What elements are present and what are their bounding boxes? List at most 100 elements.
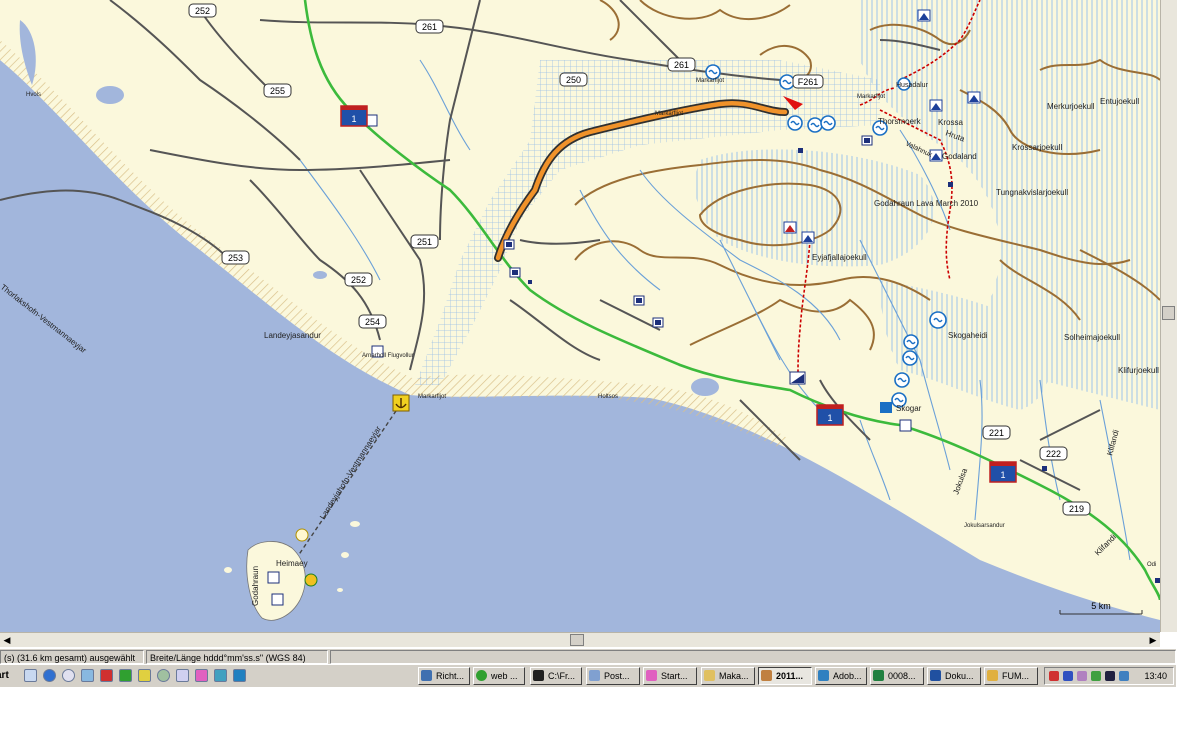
svg-text:219: 219	[1069, 504, 1084, 514]
svg-text:Arnarholl Flugvollur: Arnarholl Flugvollur	[362, 353, 414, 359]
svg-text:Godaland: Godaland	[942, 152, 977, 161]
task-button[interactable]: Adob...	[815, 667, 867, 685]
svg-text:Skogaheidi: Skogaheidi	[948, 331, 988, 340]
svg-text:250: 250	[566, 75, 581, 85]
status-position-format: Breite/Länge hddd°mm'ss.s" (WGS 84)	[146, 650, 328, 664]
svg-text:251: 251	[417, 237, 432, 247]
svg-text:Markarfljot: Markarfljot	[696, 78, 724, 84]
mail-icon[interactable]	[176, 669, 189, 682]
image-icon	[873, 670, 884, 681]
road-shield: 221	[982, 425, 1011, 440]
task-button[interactable]: 0008...	[870, 667, 924, 685]
ie-icon[interactable]	[43, 669, 56, 682]
excel-icon[interactable]	[119, 669, 132, 682]
lake	[313, 271, 327, 279]
svg-text:Husadalur: Husadalur	[896, 82, 929, 89]
svg-text:252: 252	[195, 6, 210, 16]
media-icon[interactable]	[62, 669, 75, 682]
app-icon	[646, 670, 657, 681]
svg-text:Jokulsarsandur: Jokulsarsandur	[964, 523, 1005, 529]
svg-text:Klifurjoekull: Klifurjoekull	[1118, 366, 1159, 375]
road-shield: 261	[415, 19, 444, 34]
road-shield: 251	[410, 234, 439, 249]
svg-text:Krossarjoekull: Krossarjoekull	[1012, 143, 1062, 152]
svg-text:Entujoekull: Entujoekull	[1100, 97, 1139, 106]
islet	[350, 521, 360, 527]
task-button[interactable]: Start...	[643, 667, 697, 685]
horizontal-scroll-thumb[interactable]	[570, 634, 584, 646]
map-canvas[interactable]: 252 261 255 250 261 F261 253 251 252 254…	[0, 0, 1160, 632]
road-shield: 250	[559, 72, 588, 87]
svg-text:Solheimajoekull: Solheimajoekull	[1064, 333, 1120, 342]
svg-text:Godahraun Lava March 2010: Godahraun Lava March 2010	[874, 199, 979, 208]
svg-text:Heimaey: Heimaey	[276, 559, 308, 568]
tray-icon[interactable]	[1063, 671, 1073, 681]
islet	[337, 588, 343, 592]
map-svg[interactable]: 252 261 255 250 261 F261 253 251 252 254…	[0, 0, 1160, 632]
app-icon[interactable]	[100, 669, 113, 682]
app-icon[interactable]	[195, 669, 208, 682]
svg-text:F261: F261	[798, 77, 819, 87]
svg-text:Landeyjasandur: Landeyjasandur	[264, 331, 321, 340]
road-shield: 255	[263, 83, 292, 98]
mapsource-icon	[761, 670, 772, 681]
svg-text:Tungnakvislarjoekull: Tungnakvislarjoekull	[996, 188, 1068, 197]
task-button-active[interactable]: 2011...	[758, 667, 812, 685]
svg-text:Klifandi: Klifandi	[1093, 532, 1118, 557]
task-button[interactable]: FUM...	[984, 667, 1038, 685]
start-button[interactable]: Start	[0, 667, 16, 685]
desktop-icon[interactable]	[24, 669, 37, 682]
taskbar: Start Richt... web ... C:\Fr... Post... …	[0, 664, 1176, 687]
lake	[96, 86, 124, 104]
word-icon	[930, 670, 941, 681]
vertical-scroll-thumb[interactable]	[1162, 306, 1175, 320]
clock[interactable]: 13:40	[1144, 668, 1167, 684]
tray-icon[interactable]	[1049, 671, 1059, 681]
globe-icon[interactable]	[157, 669, 170, 682]
svg-text:255: 255	[270, 86, 285, 96]
task-button[interactable]: Richt...	[418, 667, 470, 685]
sun-icon	[295, 528, 309, 542]
svg-text:1: 1	[351, 114, 356, 124]
tray-icon[interactable]	[1119, 671, 1129, 681]
task-button[interactable]: C:\Fr...	[530, 667, 582, 685]
svg-text:Jokulsa: Jokulsa	[951, 467, 969, 496]
vertical-scrollbar[interactable]	[1160, 0, 1177, 632]
svg-text:Markarfljot: Markarfljot	[418, 394, 446, 400]
adobe-icon	[818, 670, 829, 681]
highway-shield: 1	[989, 461, 1017, 483]
road-shield: 252	[188, 3, 217, 18]
scroll-left-icon[interactable]: ◀	[0, 633, 14, 647]
app-icon	[987, 670, 998, 681]
highway-shield: 1	[816, 404, 844, 426]
svg-text:1: 1	[1000, 470, 1005, 480]
road-shield: 261	[667, 57, 696, 72]
task-button[interactable]: Maka...	[701, 667, 755, 685]
svg-text:221: 221	[989, 428, 1004, 438]
web-icon	[476, 670, 487, 681]
lake	[691, 378, 719, 396]
console-icon	[533, 670, 544, 681]
folder-icon	[421, 670, 432, 681]
svg-text:Holtsos: Holtsos	[598, 394, 618, 400]
status-empty	[330, 650, 1176, 664]
task-button[interactable]: Doku...	[927, 667, 981, 685]
scroll-right-icon[interactable]: ▶	[1146, 633, 1160, 647]
app-icon[interactable]	[233, 669, 246, 682]
tray-icon[interactable]	[1105, 671, 1115, 681]
anchor-icon	[392, 394, 410, 412]
explorer-icon[interactable]	[81, 669, 94, 682]
svg-text:252: 252	[351, 275, 366, 285]
task-button[interactable]: Post...	[586, 667, 640, 685]
tray-icon[interactable]	[1077, 671, 1087, 681]
islet	[341, 552, 349, 558]
app-icon[interactable]	[214, 669, 227, 682]
app-icon[interactable]	[138, 669, 151, 682]
svg-text:Merkurjoekull: Merkurjoekull	[1047, 102, 1095, 111]
svg-text:1: 1	[827, 413, 832, 423]
task-button[interactable]: web ...	[473, 667, 525, 685]
tray-icon[interactable]	[1091, 671, 1101, 681]
horizontal-scrollbar[interactable]: ◀ ▶	[0, 632, 1160, 647]
svg-text:253: 253	[228, 253, 243, 263]
svg-text:Klifandi: Klifandi	[1105, 429, 1121, 457]
